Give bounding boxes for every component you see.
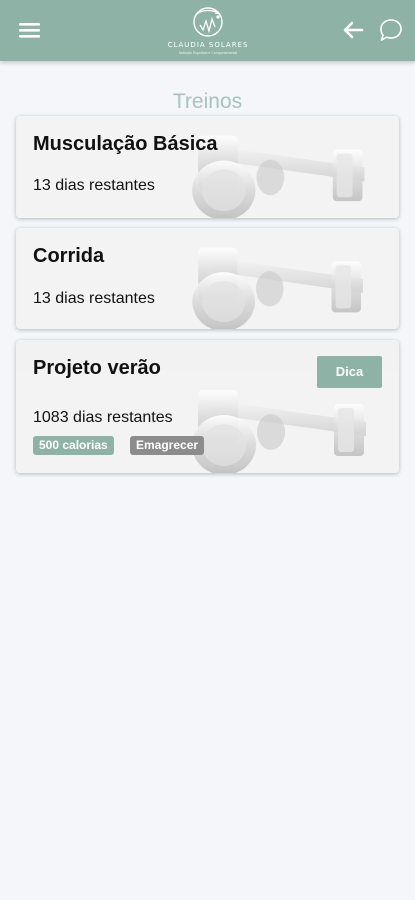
page-title: Treinos bbox=[172, 90, 243, 114]
workout-days-left: 1083 dias restantes bbox=[33, 409, 173, 426]
logo-tagline: Nutrição Esportiva e Comportamental bbox=[178, 51, 238, 55]
workout-card[interactable]: Projeto verão Dica 1083 dias restantes 5… bbox=[16, 340, 399, 473]
app-bar: CLAUDIA SOLARES Nutrição Esportiva e Com… bbox=[0, 0, 415, 61]
logo-mark-icon bbox=[193, 7, 223, 37]
workout-days-left: 13 dias restantes bbox=[33, 290, 155, 307]
goal-badge: Emagrecer bbox=[130, 436, 205, 455]
workout-title: Projeto verão bbox=[33, 357, 161, 379]
tip-button[interactable]: Dica bbox=[317, 356, 382, 388]
brand-logo: CLAUDIA SOLARES Nutrição Esportiva e Com… bbox=[165, 5, 251, 57]
workout-title: Corrida bbox=[33, 245, 105, 267]
workout-card[interactable]: Corrida 13 dias restantes bbox=[16, 228, 399, 329]
workout-title: Musculação Básica bbox=[33, 133, 218, 155]
arrow-left-icon bbox=[343, 21, 364, 39]
workout-card[interactable]: Musculação Básica 13 dias restantes bbox=[16, 116, 399, 218]
logo-name: CLAUDIA SOLARES bbox=[167, 41, 249, 49]
back-button[interactable] bbox=[342, 19, 364, 41]
menu-button[interactable] bbox=[19, 20, 41, 40]
workout-days-left: 13 dias restantes bbox=[33, 177, 155, 194]
chat-bubble-icon bbox=[380, 19, 402, 41]
dumbbell-icon bbox=[16, 116, 399, 218]
dumbbell-icon bbox=[16, 228, 399, 329]
menu-icon bbox=[19, 23, 40, 38]
chat-button[interactable] bbox=[378, 17, 404, 43]
calories-badge: 500 calorias bbox=[33, 436, 114, 455]
